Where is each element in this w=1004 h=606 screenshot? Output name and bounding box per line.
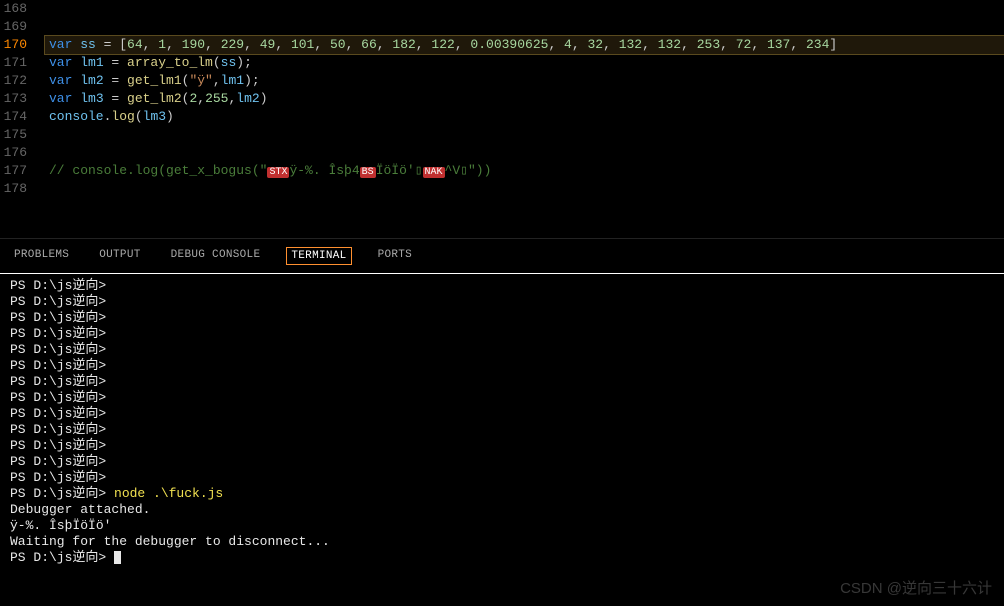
terminal-line: PS D:\js逆向> bbox=[10, 358, 994, 374]
code-content: // console.log(get_x_bogus("STXÿ-%. Îsþ4… bbox=[45, 162, 1004, 180]
code-content bbox=[45, 144, 1004, 162]
tab-ports[interactable]: PORTS bbox=[374, 247, 417, 265]
code-line[interactable]: 177// console.log(get_x_bogus("STXÿ-%. Î… bbox=[0, 162, 1004, 180]
terminal-line: PS D:\js逆向> bbox=[10, 454, 994, 470]
terminal-line: PS D:\js逆向> bbox=[10, 550, 994, 566]
terminal-line: Waiting for the debugger to disconnect..… bbox=[10, 534, 994, 550]
code-content: console.log(lm3) bbox=[45, 108, 1004, 126]
terminal-line: PS D:\js逆向> bbox=[10, 278, 994, 294]
terminal-line: PS D:\js逆向> bbox=[10, 470, 994, 486]
line-number: 175 bbox=[0, 126, 45, 144]
line-number: 172 bbox=[0, 72, 45, 90]
terminal-line: PS D:\js逆向> bbox=[10, 342, 994, 358]
line-number: 178 bbox=[0, 180, 45, 198]
tab-terminal[interactable]: TERMINAL bbox=[286, 247, 351, 265]
tab-output[interactable]: OUTPUT bbox=[95, 247, 144, 265]
code-content: var lm3 = get_lm2(2,255,lm2) bbox=[45, 90, 1004, 108]
code-content bbox=[45, 180, 1004, 198]
line-number: 168 bbox=[0, 0, 45, 18]
terminal-line: PS D:\js逆向> bbox=[10, 406, 994, 422]
code-line[interactable]: 176 bbox=[0, 144, 1004, 162]
code-editor[interactable]: 168169170var ss = [64, 1, 190, 229, 49, … bbox=[0, 0, 1004, 198]
code-line[interactable]: 168 bbox=[0, 0, 1004, 18]
terminal-line: PS D:\js逆向> bbox=[10, 390, 994, 406]
code-line[interactable]: 174console.log(lm3) bbox=[0, 108, 1004, 126]
code-content: var lm2 = get_lm1("ÿ",lm1); bbox=[45, 72, 1004, 90]
code-line[interactable]: 170var ss = [64, 1, 190, 229, 49, 101, 5… bbox=[0, 36, 1004, 54]
code-line[interactable]: 175 bbox=[0, 126, 1004, 144]
code-line[interactable]: 169 bbox=[0, 18, 1004, 36]
panel-tabs: PROBLEMS OUTPUT DEBUG CONSOLE TERMINAL PORTS bbox=[0, 238, 1004, 271]
line-number: 177 bbox=[0, 162, 45, 180]
line-number: 169 bbox=[0, 18, 45, 36]
line-number: 173 bbox=[0, 90, 45, 108]
code-content: var ss = [64, 1, 190, 229, 49, 101, 50, … bbox=[45, 36, 1004, 54]
code-line[interactable]: 178 bbox=[0, 180, 1004, 198]
terminal-line: PS D:\js逆向> bbox=[10, 374, 994, 390]
terminal-line: PS D:\js逆向> node .\fuck.js bbox=[10, 486, 994, 502]
terminal-line: PS D:\js逆向> bbox=[10, 310, 994, 326]
terminal-line: PS D:\js逆向> bbox=[10, 294, 994, 310]
panel-divider bbox=[0, 273, 1004, 274]
line-number: 170 bbox=[0, 36, 45, 54]
line-number: 171 bbox=[0, 54, 45, 72]
code-line[interactable]: 173var lm3 = get_lm2(2,255,lm2) bbox=[0, 90, 1004, 108]
terminal-line: Debugger attached. bbox=[10, 502, 994, 518]
terminal-line: ÿ-%. ÎsþÏöÏö' bbox=[10, 518, 994, 534]
terminal-line: PS D:\js逆向> bbox=[10, 438, 994, 454]
code-content: var lm1 = array_to_lm(ss); bbox=[45, 54, 1004, 72]
tab-problems[interactable]: PROBLEMS bbox=[10, 247, 73, 265]
line-number: 176 bbox=[0, 144, 45, 162]
watermark: CSDN @逆向三十六计 bbox=[840, 577, 992, 598]
code-line[interactable]: 171var lm1 = array_to_lm(ss); bbox=[0, 54, 1004, 72]
line-number: 174 bbox=[0, 108, 45, 126]
terminal-panel[interactable]: PS D:\js逆向>PS D:\js逆向>PS D:\js逆向>PS D:\j… bbox=[0, 278, 1004, 576]
terminal-line: PS D:\js逆向> bbox=[10, 422, 994, 438]
terminal-line: PS D:\js逆向> bbox=[10, 326, 994, 342]
terminal-cursor bbox=[114, 551, 121, 564]
code-content bbox=[45, 0, 1004, 18]
code-content bbox=[45, 18, 1004, 36]
code-line[interactable]: 172var lm2 = get_lm1("ÿ",lm1); bbox=[0, 72, 1004, 90]
tab-debug-console[interactable]: DEBUG CONSOLE bbox=[167, 247, 265, 265]
code-content bbox=[45, 126, 1004, 144]
